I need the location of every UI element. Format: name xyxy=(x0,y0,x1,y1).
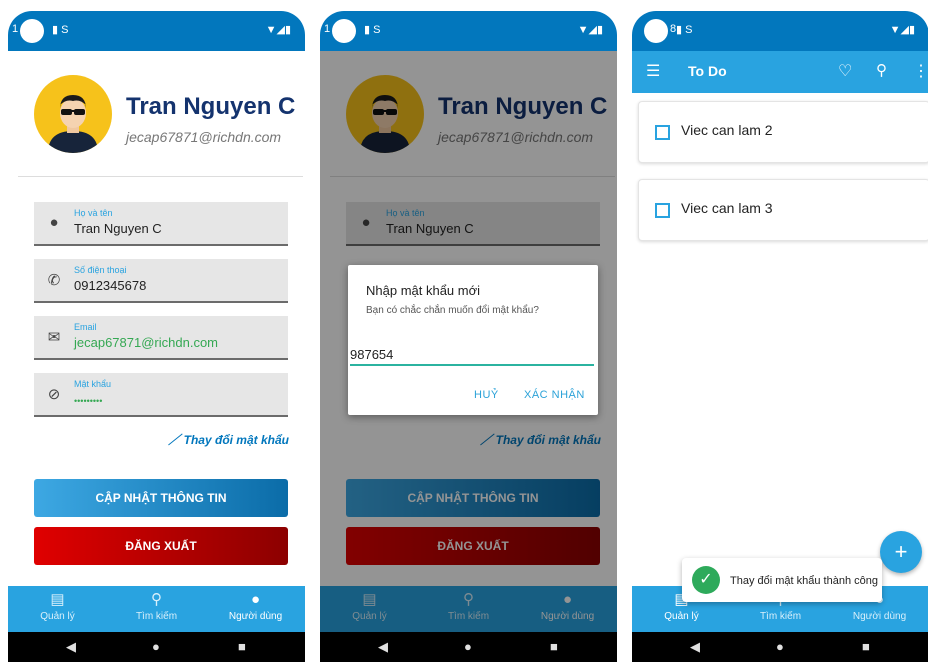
nav-user-label: Người dùng xyxy=(228,611,283,622)
bottom-navigation: ▤ Quản lý ⚲ Tìm kiếm ● Người dùng xyxy=(8,586,305,632)
back-icon[interactable]: ◀ xyxy=(66,639,76,655)
calendar-icon: ▤ xyxy=(50,591,65,608)
email-label: Email xyxy=(74,322,97,332)
fullname-label: Họ và tên xyxy=(74,208,113,218)
todo-item[interactable]: Viec can lam 2 xyxy=(638,101,928,163)
dialog-cancel-button[interactable]: HUỶ xyxy=(474,389,499,401)
pencil-icon: ／ xyxy=(168,433,181,447)
nav-manage[interactable]: ▤ Quản lý xyxy=(8,586,107,632)
nav-user[interactable]: ● Người dùng xyxy=(206,586,305,632)
phone-profile-screen: 1 ▮ S ▼◢▮ Tran Nguyen C jecap67871@richd… xyxy=(8,11,305,662)
password-field[interactable]: ⊘ Mật khẩu ••••••••• xyxy=(34,373,288,417)
profile-name: Tran Nguyen C xyxy=(126,93,296,120)
phone-value: 0912345678 xyxy=(74,278,147,293)
check-circle-icon: ✓ xyxy=(692,566,720,594)
status-bar: 8 ▮ S ▼◢▮ xyxy=(632,11,928,51)
phone-icon: ✆ xyxy=(47,272,61,289)
avatar xyxy=(34,75,112,153)
account-circle-icon: ● xyxy=(49,214,59,231)
todo-item-text: Viec can lam 3 xyxy=(681,200,773,216)
divider xyxy=(18,176,303,177)
password-label: Mật khẩu xyxy=(74,379,112,389)
status-bar: 1 ▮ S ▼◢▮ xyxy=(320,11,617,51)
password-value: ••••••••• xyxy=(74,396,103,406)
status-bar: 1 ▮ S ▼◢▮ xyxy=(8,11,305,51)
dialog-message: Bạn có chắc chắn muốn đổi mật khẩu? xyxy=(366,305,539,316)
recent-apps-icon[interactable]: ■ xyxy=(550,639,558,654)
checkbox[interactable] xyxy=(655,125,670,140)
status-digit: 1 xyxy=(324,23,331,35)
phone-change-password-dialog-screen: 1 ▮ S ▼◢▮ Tran Nguyen C jecap67871@richd… xyxy=(320,11,617,662)
todo-item[interactable]: Viec can lam 3 xyxy=(638,179,928,241)
nav-search-label: Tìm kiếm xyxy=(759,611,802,622)
status-right-icons: ▼◢▮ xyxy=(265,24,291,36)
status-left-icons: ▮ S xyxy=(52,24,69,36)
more-vert-icon[interactable]: ⋮ xyxy=(913,61,928,81)
search-icon: ⚲ xyxy=(151,591,162,608)
search-icon[interactable]: ⚲ xyxy=(876,61,887,79)
status-right-icons: ▼◢▮ xyxy=(577,24,603,36)
checkbox[interactable] xyxy=(655,203,670,218)
fullname-value: Tran Nguyen C xyxy=(74,221,162,236)
system-nav-bar: ◀ ● ■ xyxy=(320,632,617,662)
system-nav-bar: ◀ ● ■ xyxy=(632,632,928,662)
status-right-icons: ▼◢▮ xyxy=(889,24,915,36)
eye-off-icon[interactable]: ⊘ xyxy=(44,385,64,403)
app-bar-title: To Do xyxy=(688,63,727,79)
menu-icon[interactable]: ☰ xyxy=(646,61,660,81)
status-digit: 1 xyxy=(12,23,19,35)
toast-message: Thay đổi mật khẩu thành công xyxy=(730,575,878,587)
camera-cutout xyxy=(644,19,668,43)
nav-manage-label: Quản lý xyxy=(664,611,699,622)
back-icon[interactable]: ◀ xyxy=(378,639,388,655)
add-todo-fab[interactable]: + xyxy=(880,531,922,573)
success-toast: ✓ Thay đổi mật khẩu thành công xyxy=(682,558,882,602)
profile-email: jecap67871@richdn.com xyxy=(126,129,282,145)
change-password-label: Thay đổi mật khẩu xyxy=(183,433,289,447)
phone-label: Số điện thoại xyxy=(74,265,127,275)
nav-search[interactable]: ⚲ Tìm kiếm xyxy=(107,586,206,632)
phone-todo-screen: 8 ▮ S ▼◢▮ ☰ To Do ♡ ⚲ ⋮ Viec can lam 2 V… xyxy=(632,11,928,662)
recent-apps-icon[interactable]: ■ xyxy=(862,639,870,654)
nav-user-label: Người dùng xyxy=(852,611,907,622)
heart-icon[interactable]: ♡ xyxy=(838,61,852,81)
nav-search-label: Tìm kiếm xyxy=(135,611,178,622)
camera-cutout xyxy=(332,19,356,43)
change-password-dialog: Nhập mật khẩu mới Bạn có chắc chắn muốn … xyxy=(348,265,598,415)
status-left-icons: ▮ S xyxy=(676,24,693,36)
status-left-icons: ▮ S xyxy=(364,24,381,36)
mail-icon: ✉ xyxy=(47,329,61,346)
app-bar: ☰ To Do ♡ ⚲ ⋮ xyxy=(632,51,928,93)
home-icon[interactable]: ● xyxy=(464,639,472,654)
email-field[interactable]: ✉ Email jecap67871@richdn.com xyxy=(34,316,288,360)
logout-button[interactable]: ĐĂNG XUẤT xyxy=(34,527,288,565)
phone-field[interactable]: ✆ Số điện thoại 0912345678 xyxy=(34,259,288,303)
home-icon[interactable]: ● xyxy=(776,639,784,654)
home-icon[interactable]: ● xyxy=(152,639,160,654)
update-info-button[interactable]: CẬP NHẬT THÔNG TIN xyxy=(34,479,288,517)
camera-cutout xyxy=(20,19,44,43)
recent-apps-icon[interactable]: ■ xyxy=(238,639,246,654)
nav-manage-label: Quản lý xyxy=(40,611,75,622)
system-nav-bar: ◀ ● ■ xyxy=(8,632,305,662)
todo-item-text: Viec can lam 2 xyxy=(681,122,773,138)
dialog-confirm-button[interactable]: XÁC NHẬN xyxy=(524,389,585,401)
person-icon: ● xyxy=(250,591,261,608)
new-password-input[interactable]: 987654 xyxy=(350,347,594,366)
fullname-field[interactable]: ● Họ và tên Tran Nguyen C xyxy=(34,202,288,246)
email-value: jecap67871@richdn.com xyxy=(74,335,219,350)
dialog-title: Nhập mật khẩu mới xyxy=(366,283,481,298)
back-icon[interactable]: ◀ xyxy=(690,639,700,655)
change-password-link[interactable]: ／ Thay đổi mật khẩu xyxy=(168,431,289,448)
